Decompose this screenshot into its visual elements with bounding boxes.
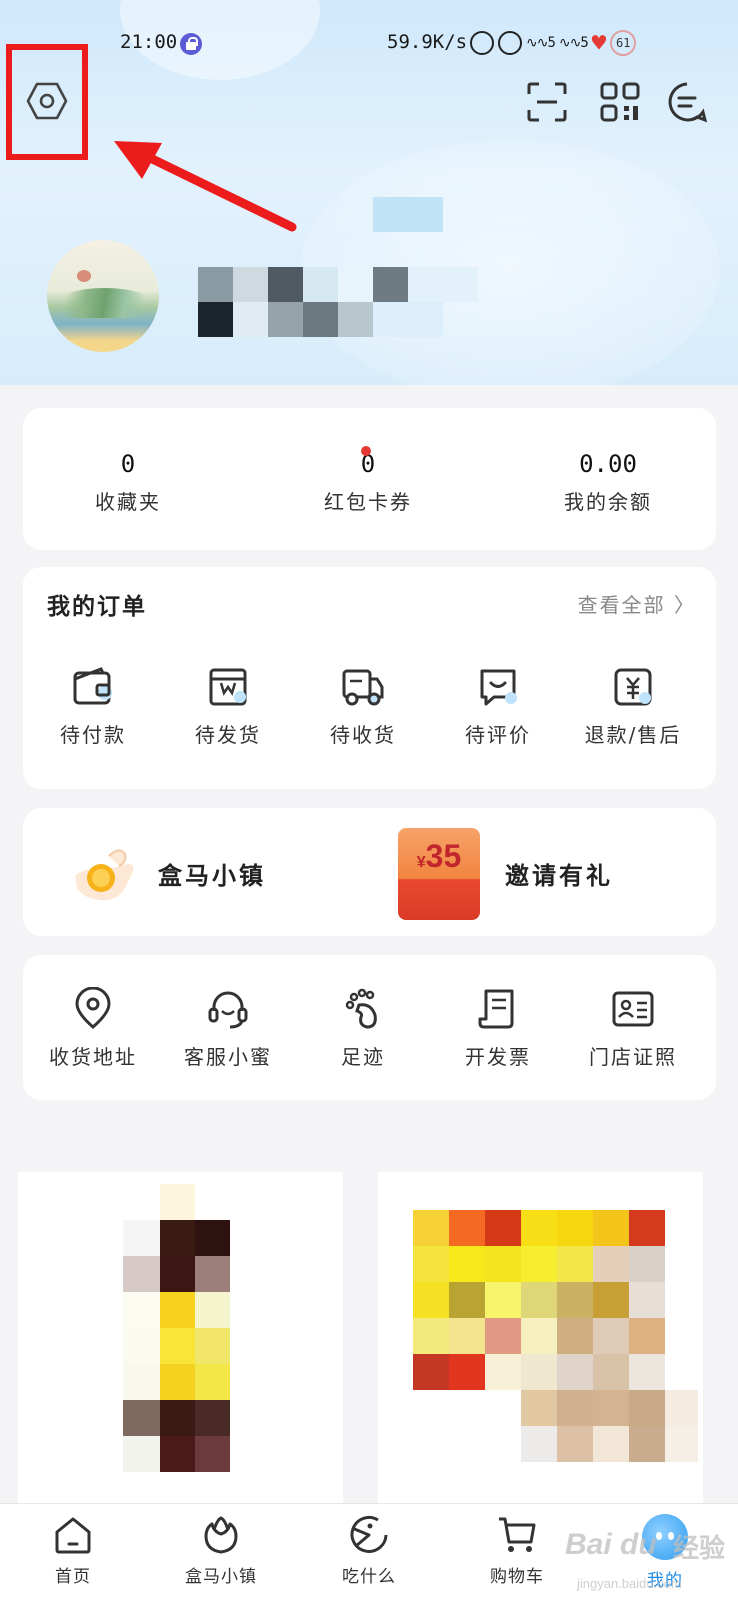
product-image-redacted <box>123 1184 233 1474</box>
stat-balance[interactable]: 0.00 我的余额 <box>508 450 708 515</box>
cart-icon <box>499 1517 536 1552</box>
tab-label: 吃什么 <box>342 1567 396 1587</box>
order-refund[interactable]: 退款/售后 <box>568 665 698 748</box>
service-label: 收货地址 <box>49 1045 137 1069</box>
truck-icon <box>342 669 384 706</box>
notification-dot <box>361 446 371 456</box>
id-card-icon <box>612 991 654 1027</box>
order-label: 待付款 <box>60 723 126 747</box>
tab-home[interactable]: 首页 <box>13 1514 133 1587</box>
tab-label: 购物车 <box>490 1567 544 1587</box>
refund-icon <box>614 668 652 706</box>
settings-hex-icon <box>26 82 68 120</box>
view-all-orders-link[interactable]: 查看全部 〉 <box>578 589 696 618</box>
footprint-icon <box>345 988 377 1029</box>
stat-coupons[interactable]: 0 红包卡券 <box>268 450 468 515</box>
order-to-receive[interactable]: 待收货 <box>298 665 428 748</box>
order-label: 待发货 <box>195 723 261 747</box>
product-card[interactable] <box>18 1172 343 1512</box>
order-label: 待评价 <box>465 723 531 747</box>
promo-label[interactable]: 邀请有礼 <box>505 856 613 891</box>
order-to-ship[interactable]: 待发货 <box>163 665 293 748</box>
hand-coin-icon <box>75 849 134 901</box>
services-card: 收货地址 客服小蜜 足迹 开发票 门店证照 <box>23 955 716 1100</box>
product-image-redacted <box>413 1210 698 1470</box>
status-time: 21:00 <box>120 31 178 53</box>
alarm-icon <box>498 31 522 55</box>
product-card[interactable] <box>378 1172 703 1512</box>
service-label: 客服小蜜 <box>184 1045 272 1069</box>
order-label: 待收货 <box>330 723 396 747</box>
service-store-license[interactable]: 门店证照 <box>568 987 698 1070</box>
qr-code-icon[interactable] <box>598 80 642 124</box>
baidu-watermark: Bai du 经验 jingyan.baidu.com <box>565 1520 735 1600</box>
service-address[interactable]: 收货地址 <box>28 987 158 1070</box>
service-label: 开发票 <box>465 1045 531 1069</box>
wallet-icon <box>73 667 112 705</box>
promo-card: 盒马小镇 ¥35 邀请有礼 <box>23 808 716 936</box>
order-to-review[interactable]: 待评价 <box>433 665 563 748</box>
headset-icon <box>208 991 248 1029</box>
orders-title: 我的订单 <box>47 594 147 620</box>
service-label: 足迹 <box>341 1045 385 1069</box>
order-label: 退款/售后 <box>584 723 682 747</box>
avatar[interactable] <box>47 240 159 352</box>
location-pin-icon <box>75 987 111 1029</box>
orders-card: 我的订单 查看全部 〉 待付款 待发货 待收货 待评价 退款/售后 <box>23 567 716 789</box>
promo-label[interactable]: 盒马小镇 <box>158 856 266 891</box>
watermark-url: jingyan.baidu.com <box>577 1576 682 1591</box>
username-redacted <box>198 197 488 345</box>
signal-hd-icon: ∿∿5 <box>526 35 556 51</box>
bluetooth-icon <box>470 31 494 55</box>
eat-icon <box>350 1515 388 1553</box>
status-icons: ∿∿5 ∿∿5 ♥ 61 <box>470 29 637 57</box>
service-invoice[interactable]: 开发票 <box>433 987 563 1070</box>
tab-hema-town[interactable]: 盒马小镇 <box>161 1514 281 1587</box>
network-speed: 59.9K/s <box>387 31 468 53</box>
tab-label: 盒马小镇 <box>185 1567 257 1587</box>
stat-value: 0 <box>120 450 136 478</box>
stat-value: 0.00 <box>579 450 637 478</box>
watermark-brand: Bai du <box>565 1528 657 1561</box>
stat-label: 红包卡券 <box>324 490 412 514</box>
box-icon <box>209 668 247 706</box>
lock-icon <box>180 33 202 55</box>
stat-label: 我的余额 <box>564 490 652 514</box>
watermark-brand-cn: 经验 <box>673 1533 726 1563</box>
tab-cart[interactable]: 购物车 <box>457 1514 577 1587</box>
stat-label: 收藏夹 <box>95 490 161 514</box>
flower-icon <box>204 1516 238 1554</box>
stats-card: 0 收藏夹 0 红包卡券 0.00 我的余额 <box>23 408 716 550</box>
heart-icon: ♥ <box>591 29 607 57</box>
invoice-icon <box>478 989 514 1029</box>
signal-hd-icon: ∿∿5 <box>558 35 589 51</box>
status-bar: 21:00 59.9K/s ∿∿5 ∿∿5 ♥ 61 <box>0 25 738 61</box>
red-envelope-icon[interactable]: ¥35 <box>398 828 480 920</box>
service-footprints[interactable]: 足迹 <box>298 987 428 1070</box>
home-icon <box>55 1517 91 1554</box>
service-customer-care[interactable]: 客服小蜜 <box>163 987 293 1070</box>
tab-label: 首页 <box>55 1567 91 1587</box>
order-pending-payment[interactable]: 待付款 <box>28 665 158 748</box>
message-icon[interactable] <box>665 80 709 124</box>
service-label: 门店证照 <box>589 1045 677 1069</box>
comment-icon <box>480 669 517 706</box>
stat-favorites[interactable]: 0 收藏夹 <box>28 450 228 515</box>
envelope-amount: ¥35 <box>416 838 462 874</box>
tab-what-to-eat[interactable]: 吃什么 <box>309 1514 429 1587</box>
battery-icon: 61 <box>610 30 637 56</box>
scan-icon[interactable] <box>525 80 569 124</box>
settings-button[interactable] <box>6 44 88 160</box>
